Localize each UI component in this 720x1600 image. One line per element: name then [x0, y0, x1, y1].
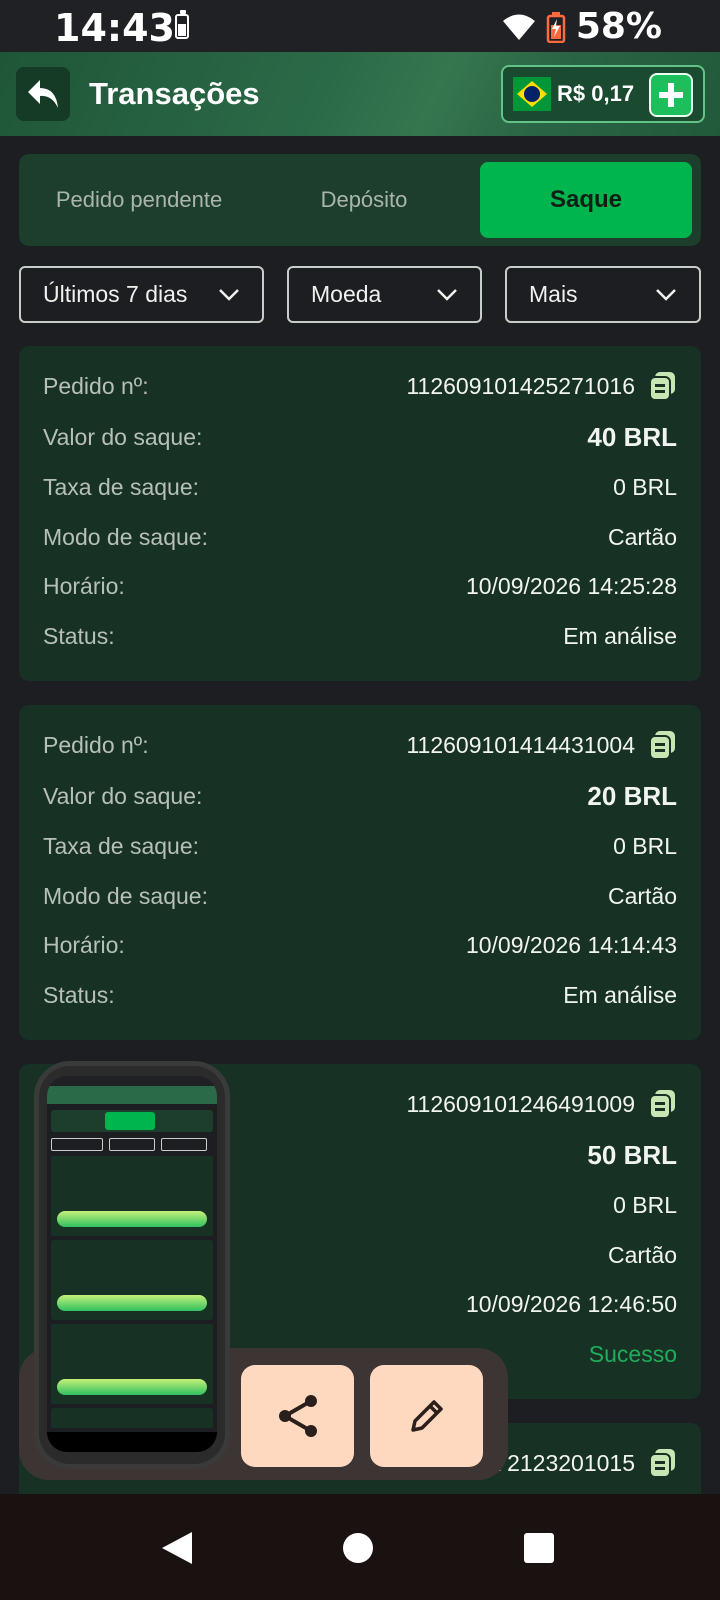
- status-right: 58%: [502, 6, 662, 47]
- plus-icon: [659, 83, 683, 107]
- fee-value: 0 BRL: [613, 473, 677, 500]
- transaction-tabs: Pedido pendente Depósito Saque: [19, 154, 701, 246]
- share-icon: [278, 1395, 317, 1437]
- time-row: Horário: 10/09/2026 14:14:43: [43, 927, 677, 963]
- amount-row: Valor do saque: 40 BRL: [43, 419, 677, 455]
- system-navigation-bar: [0, 1494, 720, 1600]
- tab-deposit[interactable]: Depósito: [264, 162, 464, 238]
- mode-value: Cartão: [607, 1241, 677, 1268]
- status-label: Status:: [43, 622, 115, 649]
- time-label: Horário:: [43, 572, 125, 599]
- status-value: Em análise: [563, 622, 677, 649]
- nav-home-icon[interactable]: [341, 1531, 375, 1565]
- order-number: 112609101246491009: [406, 1089, 677, 1119]
- filter-currency-label: Moeda: [311, 281, 382, 307]
- order-number-text: 112609101414431004: [406, 731, 635, 758]
- edit-button[interactable]: [370, 1365, 483, 1467]
- fee-value: 0 BRL: [613, 1191, 677, 1218]
- copy-icon[interactable]: [649, 1089, 677, 1119]
- tab-withdrawal[interactable]: Saque: [480, 162, 692, 238]
- nav-recents-icon[interactable]: [522, 1531, 556, 1565]
- mode-value: Cartão: [607, 882, 677, 909]
- screenshot-thumbnail[interactable]: [34, 1061, 230, 1469]
- balance-widget[interactable]: R$ 0,17: [501, 65, 705, 123]
- status-bar: 14:43 58%: [0, 0, 720, 52]
- fee-row: Taxa de saque: 0 BRL: [43, 828, 677, 864]
- order-label: Pedido nº:: [43, 372, 149, 399]
- status-row: Status: Em análise: [43, 618, 677, 654]
- transaction-card: Pedido nº: 112609101425271016 Valor do s…: [19, 346, 701, 681]
- status-value: Sucesso: [588, 1340, 677, 1367]
- copy-icon[interactable]: [649, 371, 677, 401]
- fee-row: Taxa de saque: 0 BRL: [43, 469, 677, 505]
- order-label: Pedido nº:: [43, 731, 149, 758]
- wifi-icon: [502, 14, 535, 40]
- mode-row: Modo de saque: Cartão: [43, 519, 677, 555]
- time-row: Horário: 10/09/2026 14:25:28: [43, 568, 677, 604]
- balance-value: R$ 0,17: [557, 81, 635, 106]
- order-number-text: 72123201015: [494, 1449, 635, 1476]
- status-value: Em análise: [563, 981, 677, 1008]
- amount-label: Valor do saque:: [43, 782, 203, 809]
- back-button[interactable]: [16, 67, 70, 121]
- pencil-icon: [410, 1400, 443, 1432]
- battery-percentage: 58%: [575, 6, 662, 47]
- chevron-down-icon: [437, 288, 457, 301]
- mode-row: Modo de saque: Cartão: [43, 878, 677, 914]
- order-number: 72123201015: [494, 1448, 677, 1478]
- filter-date-range-label: Últimos 7 dias: [43, 281, 188, 307]
- mode-value: Cartão: [607, 523, 677, 550]
- order-row: Pedido nº: 112609101425271016: [43, 368, 677, 404]
- back-arrow-icon: [28, 80, 58, 108]
- battery-small-icon: [175, 10, 189, 39]
- amount-value: 50 BRL: [587, 1139, 677, 1170]
- amount-value: 20 BRL: [587, 780, 677, 811]
- chevron-down-icon: [656, 288, 676, 301]
- battery-charging-icon: [546, 11, 566, 43]
- status-row: Status: Em análise: [43, 977, 677, 1013]
- order-number-text: 112609101425271016: [406, 372, 635, 399]
- mode-label: Modo de saque:: [43, 523, 208, 550]
- fee-value: 0 BRL: [613, 832, 677, 859]
- filter-more[interactable]: Mais: [505, 266, 701, 323]
- transaction-card: Pedido nº: 112609101414431004 Valor do s…: [19, 705, 701, 1040]
- copy-icon[interactable]: [649, 730, 677, 760]
- tab-pending-order[interactable]: Pedido pendente: [29, 162, 249, 238]
- app-header: Transações R$ 0,17: [0, 52, 720, 136]
- amount-value: 40 BRL: [587, 421, 677, 452]
- time-label: Horário:: [43, 931, 125, 958]
- share-button[interactable]: [241, 1365, 354, 1467]
- order-number-text: 112609101246491009: [406, 1090, 635, 1117]
- filter-date-range[interactable]: Últimos 7 dias: [19, 266, 264, 323]
- time-value: 10/09/2026 12:46:50: [465, 1290, 677, 1317]
- amount-label: Valor do saque:: [43, 423, 203, 450]
- fee-label: Taxa de saque:: [43, 832, 200, 859]
- status-label: Status:: [43, 981, 115, 1008]
- brazil-flag-icon: [513, 77, 551, 111]
- time-value: 10/09/2026 14:25:28: [465, 572, 677, 599]
- fee-label: Taxa de saque:: [43, 473, 200, 500]
- filter-currency[interactable]: Moeda: [287, 266, 482, 323]
- order-number: 112609101425271016: [406, 371, 677, 401]
- screenshot-preview: [47, 1076, 217, 1452]
- order-number: 112609101414431004: [406, 730, 677, 760]
- mode-label: Modo de saque:: [43, 882, 208, 909]
- copy-icon[interactable]: [649, 1448, 677, 1478]
- add-balance-button[interactable]: [649, 73, 693, 117]
- nav-back-icon[interactable]: [160, 1530, 194, 1566]
- chevron-down-icon: [219, 288, 239, 301]
- time-value: 10/09/2026 14:14:43: [465, 931, 677, 958]
- filter-more-label: Mais: [529, 281, 578, 307]
- page-title: Transações: [89, 76, 260, 111]
- status-time: 14:43: [54, 6, 175, 50]
- order-row: Pedido nº: 112609101414431004: [43, 727, 677, 763]
- amount-row: Valor do saque: 20 BRL: [43, 778, 677, 814]
